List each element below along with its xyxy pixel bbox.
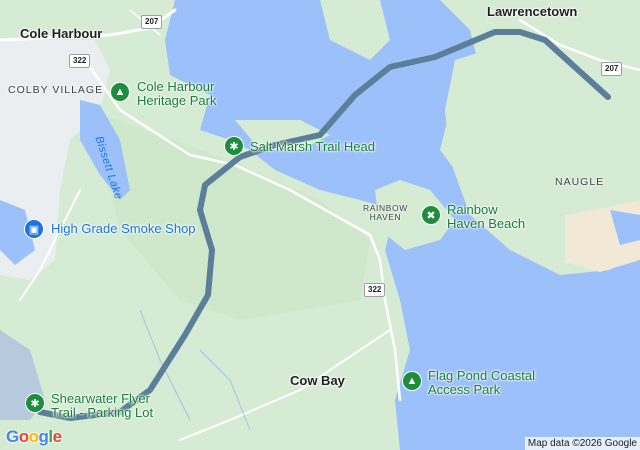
route-shield-207-east: 207 — [601, 62, 623, 76]
place-label-cole-harbour: Cole Harbour — [20, 26, 103, 41]
logo-letter: g — [38, 427, 49, 446]
poi-label-salt-marsh-trail-head[interactable]: Salt Marsh Trail Head — [250, 140, 375, 154]
hiker-icon[interactable]: ✱ — [25, 393, 45, 413]
poi-label-line1: Rainbow — [447, 202, 498, 217]
place-label-lawrencetown: Lawrencetown — [487, 4, 578, 19]
hiker-icon[interactable]: ✱ — [224, 136, 244, 156]
beach-icon[interactable]: ✖ — [421, 205, 441, 225]
tree-icon[interactable]: ▲ — [110, 82, 130, 102]
route-shield-322-south: 322 — [364, 283, 386, 297]
tree-icon[interactable]: ▲ — [402, 371, 422, 391]
poi-label-line2: Trail - Parking Lot — [51, 404, 154, 420]
poi-label-line2: Haven Beach — [447, 215, 526, 231]
poi-label-high-grade-smoke-shop[interactable]: High Grade Smoke Shop — [51, 222, 196, 236]
area-label-naugle: NAUGLE — [555, 176, 605, 188]
poi-label-cole-harbour-heritage-park[interactable]: Cole Harbour Heritage Park — [137, 80, 216, 107]
poi-label-line1: Shearwater Flyer — [51, 391, 150, 406]
poi-label-line2: Access Park — [428, 381, 501, 397]
map-attribution[interactable]: Map data ©2026 Google — [524, 437, 640, 450]
area-label-rainbow-haven: RAINBOW HAVEN — [363, 204, 408, 222]
poi-label-line2: Heritage Park — [137, 92, 217, 108]
route-shield-207: 207 — [141, 15, 163, 29]
logo-letter: o — [18, 427, 29, 446]
poi-label-flag-pond-coastal-access-park[interactable]: Flag Pond Coastal Access Park — [428, 369, 535, 396]
area-label-colby-village: COLBY VILLAGE — [8, 84, 104, 96]
logo-letter: G — [6, 427, 19, 446]
poi-label-rainbow-haven-beach[interactable]: Rainbow Haven Beach — [447, 203, 525, 230]
poi-label-line1: Flag Pond Coastal — [428, 368, 535, 383]
google-logo: Google — [6, 427, 62, 447]
poi-label-shearwater-flyer-trail-parking-lot[interactable]: Shearwater Flyer Trail - Parking Lot — [51, 392, 153, 419]
logo-letter: o — [28, 427, 39, 446]
poi-label-line1: Cole Harbour — [137, 79, 215, 94]
place-label-cow-bay: Cow Bay — [290, 373, 345, 388]
shopping-bag-icon[interactable]: ▣ — [24, 219, 44, 239]
area-label-rainbow-haven-line2: HAVEN — [369, 211, 402, 222]
route-shield-322: 322 — [69, 54, 91, 68]
logo-letter: e — [52, 427, 62, 446]
